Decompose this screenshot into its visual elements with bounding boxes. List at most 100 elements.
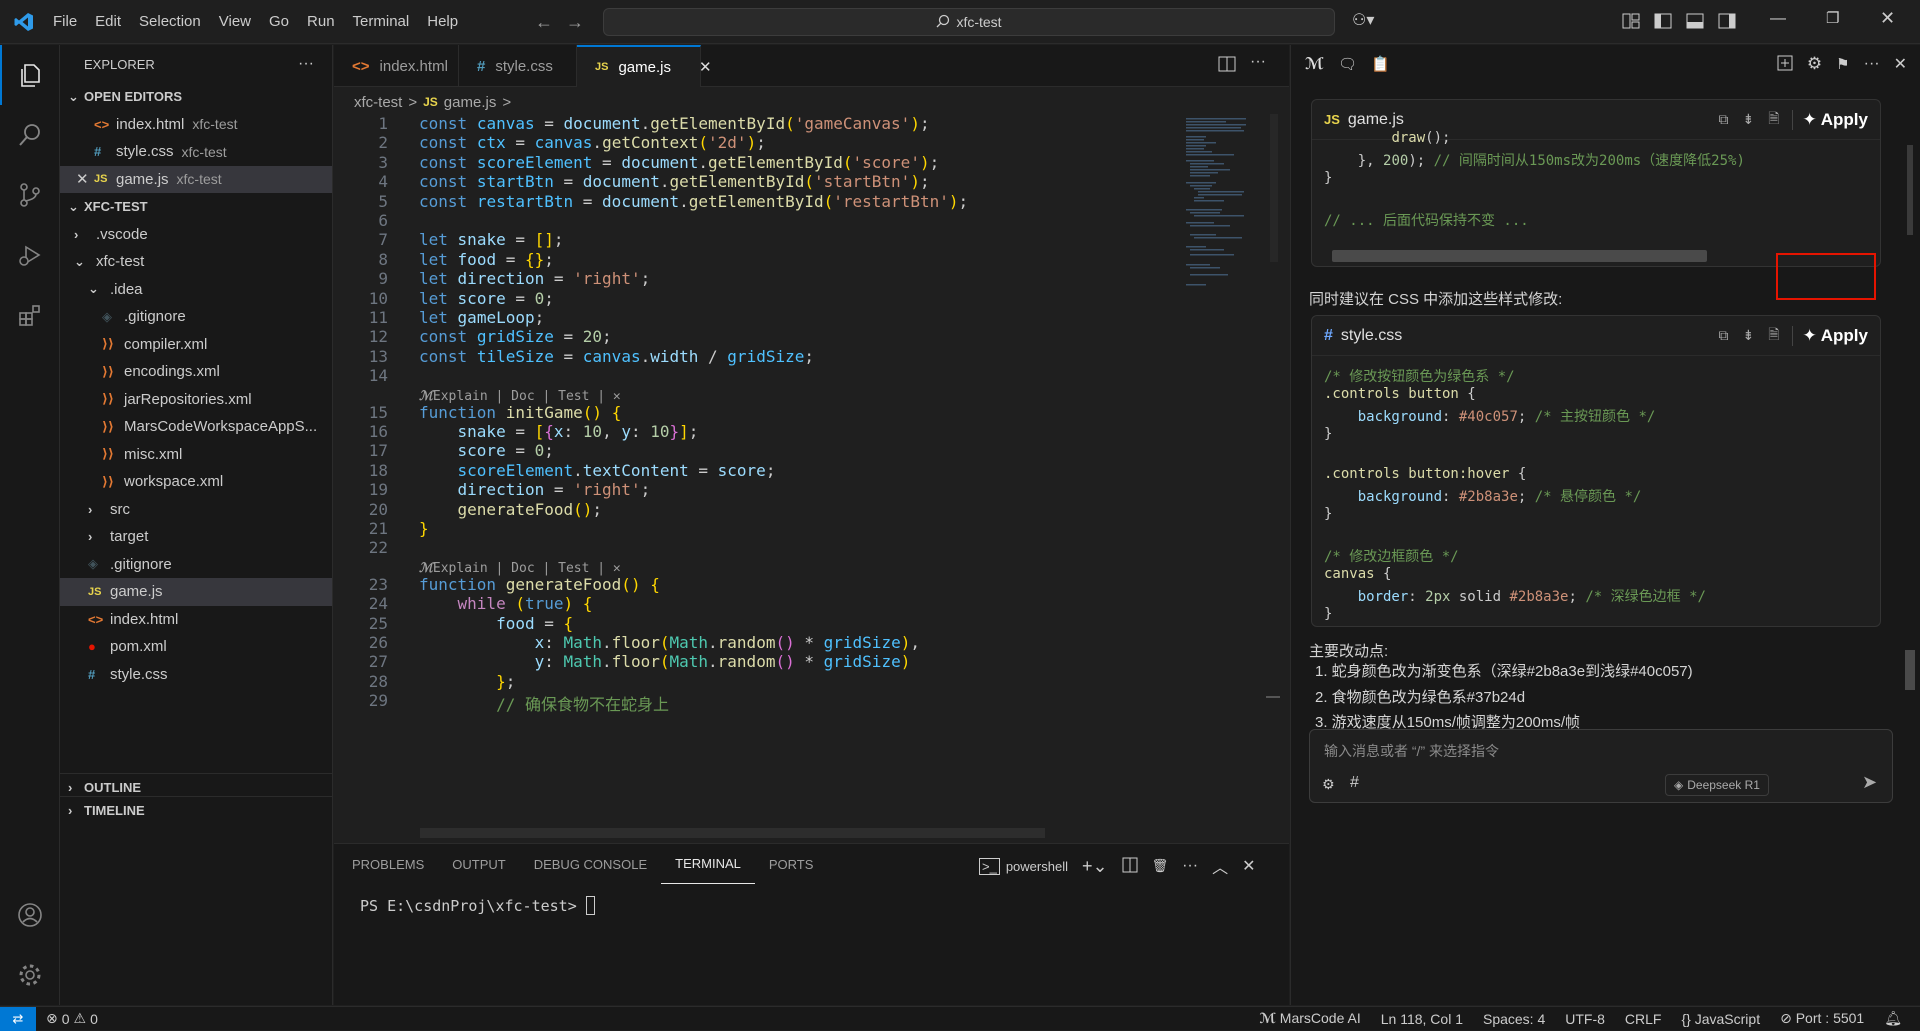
project-header[interactable]: ⌄ XFC-TEST [60,193,332,221]
editor-scrollbar[interactable] [1270,114,1278,262]
timeline-section[interactable]: › TIMELINE [60,796,333,824]
close-icon[interactable]: ✕ [76,170,94,188]
extensions-icon[interactable] [0,285,60,345]
chat-more-icon[interactable]: ··· [1864,55,1880,73]
toggle-sidebar-icon[interactable] [1654,12,1672,33]
insert-icon[interactable]: ⇟ [1743,327,1755,344]
tree-item[interactable]: <> index.html [60,606,332,634]
panel-more-icon[interactable]: ··· [1182,857,1198,875]
menu-item-selection[interactable]: Selection [130,13,210,30]
context-icon[interactable]: ⚙ [1322,776,1335,793]
code-block-scrollbar[interactable] [1332,250,1707,262]
nav-forward-icon[interactable]: → [566,12,584,33]
terminal-output[interactable]: PS E:\csdnProj\xfc-test> [360,896,595,915]
menu-item-edit[interactable]: Edit [86,13,130,30]
tree-item[interactable]: › .vscode [60,221,332,249]
chat-icon[interactable]: 🗨 [1338,55,1357,73]
menu-item-terminal[interactable]: Terminal [344,13,419,30]
close-window-button[interactable]: ✕ [1880,8,1895,29]
tree-item[interactable]: ⟩⟩ jarRepositories.xml [60,386,332,414]
copy-icon[interactable]: ⧉ [1719,327,1729,344]
trash-icon[interactable]: 🗑 [1152,858,1169,874]
split-editor-icon[interactable] [1218,55,1236,76]
send-icon[interactable]: ➤ [1862,772,1877,793]
panel-tab-terminal[interactable]: TERMINAL [661,844,755,884]
tab-game-js[interactable]: JS game.js ✕ [577,45,712,87]
search-icon[interactable] [0,105,60,165]
customize-layout-icon[interactable] [1622,12,1640,33]
remote-indicator[interactable]: ⇄ [0,1006,36,1031]
chat-input-box[interactable]: 输入消息或者 “/” 来选择指令 ⚙ # ◈ Deepseek R1 ➤ [1309,729,1893,803]
insert-icon[interactable]: ⇟ [1743,111,1755,128]
open-editors-header[interactable]: ⌄ OPEN EDITORS [60,83,332,111]
tree-item[interactable]: ⟩⟩ compiler.xml [60,331,332,359]
tree-item[interactable]: JS game.js [60,578,332,606]
indentation[interactable]: Spaces: 4 [1483,1011,1545,1027]
breadcrumb-folder[interactable]: xfc-test [354,94,402,111]
breadcrumb-file[interactable]: game.js [444,94,497,111]
chat-scrollbar-top[interactable] [1907,145,1913,235]
source-control-icon[interactable] [0,165,60,225]
tree-item[interactable]: ⌄ xfc-test [60,248,332,276]
end-of-line[interactable]: CRLF [1625,1011,1662,1027]
history-icon[interactable]: 📋 [1371,55,1390,73]
new-terminal-icon[interactable]: +⌄ [1082,856,1108,877]
panel-tab-ports[interactable]: PORTS [755,844,828,884]
menu-item-help[interactable]: Help [418,13,467,30]
split-terminal-icon[interactable] [1122,857,1138,876]
problems-indicator[interactable]: ⊗ 0 ⚠ 0 [46,1010,98,1027]
tab-index-html[interactable]: <> index.html [334,45,459,87]
marscode-logo-icon[interactable]: ℳ [1305,54,1324,74]
tab-style-css[interactable]: # style.css [459,45,577,87]
editor-more-icon[interactable]: ··· [1250,53,1266,71]
marscode-status[interactable]: ℳ MarsCode AI [1259,1010,1360,1027]
close-tab-icon[interactable]: ✕ [699,58,712,76]
minimap[interactable] [1180,114,1280,842]
close-panel-icon[interactable]: ✕ [1242,856,1255,876]
toggle-secondary-sidebar-icon[interactable] [1718,12,1736,33]
hash-icon[interactable]: # [1350,774,1359,792]
apply-button-highlighted[interactable]: ✦ Apply [1791,325,1868,346]
tree-item[interactable]: ● pom.xml [60,633,332,661]
menu-item-go[interactable]: Go [260,13,298,30]
tree-item[interactable]: ◈ .gitignore [60,551,332,579]
cursor-position[interactable]: Ln 118, Col 1 [1381,1011,1463,1027]
copilot-icon[interactable]: ⚇▾ [1352,10,1374,30]
maximize-panel-icon[interactable]: ︿ [1212,854,1228,878]
panel-tab-output[interactable]: OUTPUT [438,844,519,884]
more-actions-icon[interactable]: ··· [298,55,314,73]
open-editor-item[interactable]: <> index.html xfc-test [60,111,332,139]
code-editor[interactable]: 1 const canvas = document.getElementById(… [334,114,1289,842]
tree-item[interactable]: › target [60,523,332,551]
feedback-icon[interactable]: ⚑ [1836,55,1849,73]
explorer-icon[interactable] [0,45,60,105]
open-editor-item[interactable]: # style.css xfc-test [60,138,332,166]
code-lens[interactable]: ℳExplain | Doc | Test | ✕ [419,561,621,576]
chat-input[interactable]: 输入消息或者 “/” 来选择指令 [1324,741,1499,761]
tree-item[interactable]: ⟩⟩ MarsCodeWorkspaceAppS... [60,413,332,441]
live-server[interactable]: ⊘ Port : 5501 [1780,1010,1864,1027]
manage-gear-icon[interactable] [0,945,60,1005]
language-mode[interactable]: {} JavaScript [1681,1011,1760,1027]
account-icon[interactable] [0,885,60,945]
chat-scrollbar[interactable] [1905,650,1915,690]
code-lens[interactable]: ℳExplain | Doc | Test | ✕ [419,389,621,404]
close-chat-icon[interactable]: ✕ [1894,54,1907,74]
menu-item-file[interactable]: File [44,13,86,30]
model-selector[interactable]: ◈ Deepseek R1 [1665,774,1769,796]
tree-item[interactable]: ⟩⟩ encodings.xml [60,358,332,386]
new-file-icon[interactable]: 🗎 [1768,324,1779,348]
copy-icon[interactable]: ⧉ [1719,111,1729,128]
shell-label[interactable]: powershell [1006,859,1068,874]
menu-item-run[interactable]: Run [298,13,344,30]
settings-gear-icon[interactable]: ⚙ [1807,54,1822,74]
command-center[interactable]: xfc-test [603,8,1335,36]
tree-item[interactable]: ⟩⟩ misc.xml [60,441,332,469]
restore-button[interactable]: ❐ [1826,9,1839,27]
tree-item[interactable]: › src [60,496,332,524]
tree-item[interactable]: ⌄ .idea [60,276,332,304]
new-chat-icon[interactable] [1777,55,1793,74]
apply-button[interactable]: ✦ Apply [1791,109,1868,130]
new-file-icon[interactable]: 🗎 [1768,108,1779,132]
open-editor-item[interactable]: ✕ JS game.js xfc-test [60,165,332,193]
